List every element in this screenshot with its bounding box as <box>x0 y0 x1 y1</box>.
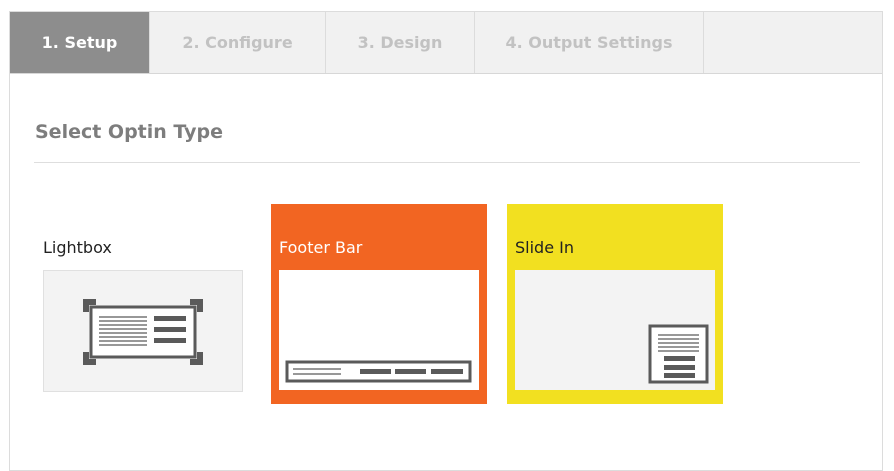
tab-output-settings[interactable]: 4. Output Settings <box>475 12 704 73</box>
optin-wizard-panel: 1. Setup 2. Configure 3. Design 4. Outpu… <box>9 11 883 471</box>
footer-bar-layout-icon <box>285 360 472 383</box>
tab-configure[interactable]: 2. Configure <box>150 12 326 73</box>
optin-type-label: Slide In <box>515 238 574 257</box>
optin-type-lightbox[interactable]: Lightbox <box>35 204 251 404</box>
tab-design[interactable]: 3. Design <box>326 12 475 73</box>
tab-setup[interactable]: 1. Setup <box>10 12 150 73</box>
footer-bar-preview <box>279 270 479 390</box>
wizard-tabs: 1. Setup 2. Configure 3. Design 4. Outpu… <box>10 12 882 74</box>
optin-type-slide-in[interactable]: Slide In <box>507 204 723 404</box>
lightbox-layout-icon <box>83 299 203 365</box>
optin-type-label: Footer Bar <box>279 238 363 257</box>
slide-in-layout-icon <box>648 324 709 384</box>
section-title: Select Optin Type <box>35 121 223 143</box>
lightbox-preview <box>43 270 243 392</box>
slide-in-preview <box>515 270 715 390</box>
optin-type-footer-bar[interactable]: Footer Bar <box>271 204 487 404</box>
optin-type-label: Lightbox <box>43 238 112 257</box>
section-divider <box>34 162 860 163</box>
